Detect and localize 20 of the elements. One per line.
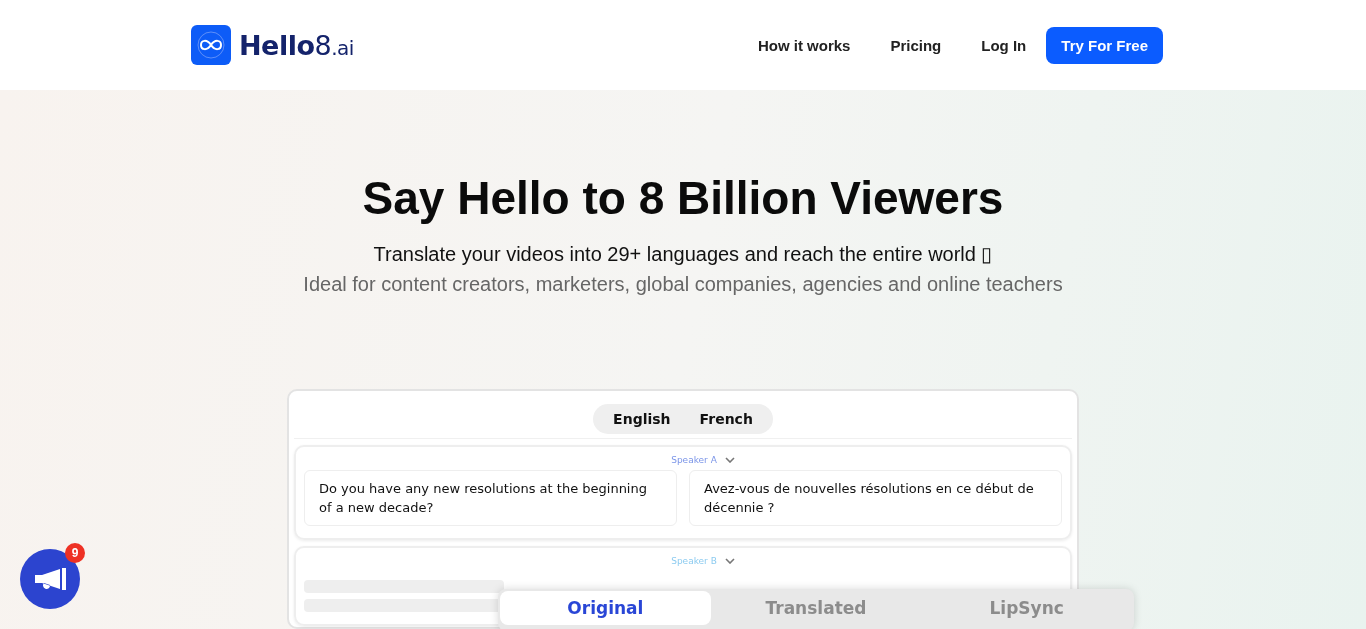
video-tab[interactable]: Original	[500, 591, 711, 625]
translation-text: Avez-vous de nouvelles résolutions en ce début de décennie ?	[689, 470, 1062, 526]
language-label[interactable]: French	[699, 411, 753, 427]
speaker-label: Speaker B	[671, 556, 717, 566]
logo-text: Hello8.ai	[239, 29, 354, 61]
nav-link[interactable]: Pricing	[890, 36, 942, 54]
hero-subtitle: Translate your videos into 29+ languages and reach the entire world ▯	[373, 242, 993, 266]
hero-tagline: Ideal for content creators, marketers, global companies, agencies and online teachers	[303, 273, 1063, 296]
language-label[interactable]: English	[613, 411, 671, 427]
globe-infinity-icon	[191, 25, 231, 65]
nav-link[interactable]: Log In	[981, 36, 1027, 54]
chevron-down-icon[interactable]	[724, 457, 735, 463]
try-for-free-button[interactable]: Try For Free	[1046, 26, 1163, 64]
speaker-label: Speaker A	[671, 455, 717, 465]
nav-link[interactable]: How it works	[757, 36, 851, 54]
hero-title: Say Hello to 8 Billion Viewers	[362, 172, 1004, 224]
logo[interactable]: Hello8.ai	[191, 25, 354, 65]
transcript-text: Do you have any new resolutions at the beginning of a new decade?	[304, 470, 677, 526]
chevron-down-icon[interactable]	[724, 558, 735, 564]
megaphone-icon	[33, 568, 67, 590]
